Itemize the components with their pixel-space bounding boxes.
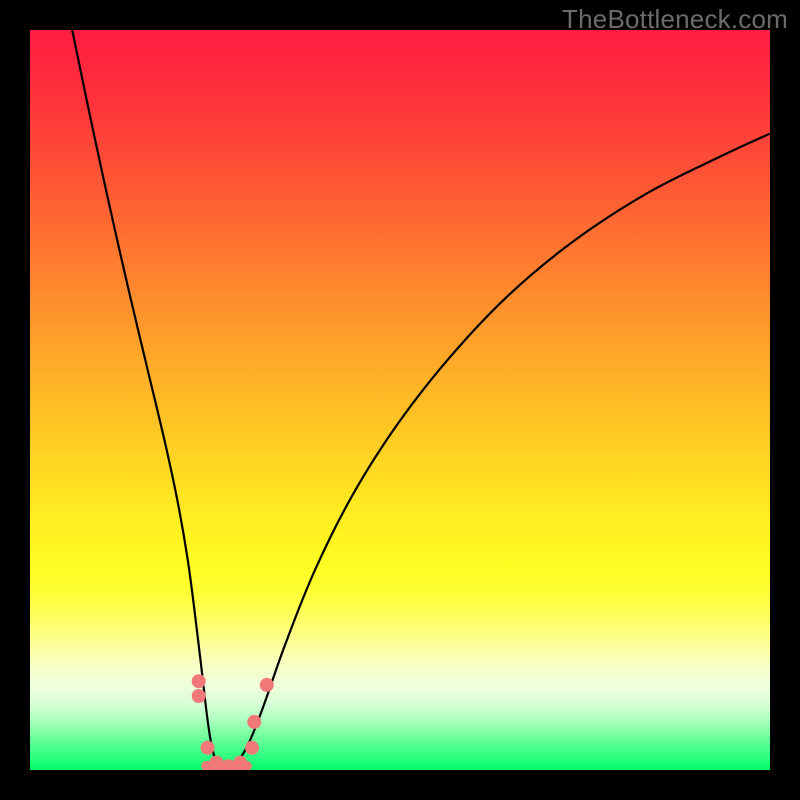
- data-marker: [192, 689, 206, 703]
- data-marker: [245, 741, 259, 755]
- data-marker: [209, 756, 223, 770]
- data-marker: [221, 759, 235, 770]
- chart-frame: TheBottleneck.com: [0, 0, 800, 800]
- data-marker: [201, 741, 215, 755]
- right-curve: [223, 134, 770, 770]
- data-marker: [192, 674, 206, 688]
- chart-svg: [30, 30, 770, 770]
- watermark-text: TheBottleneck.com: [562, 4, 788, 35]
- data-marker: [233, 756, 247, 770]
- left-curve: [72, 30, 223, 770]
- data-marker: [247, 715, 261, 729]
- data-marker: [260, 678, 274, 692]
